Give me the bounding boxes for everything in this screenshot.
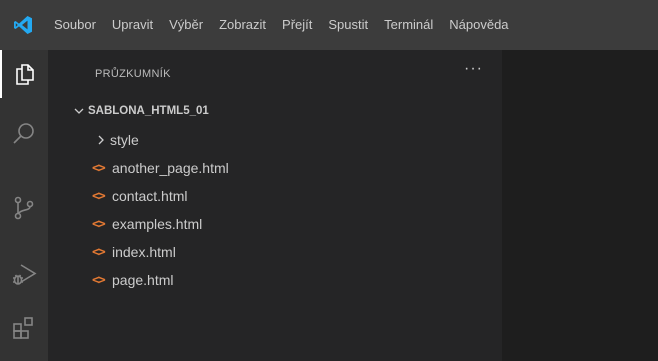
chevron-right-icon: [96, 135, 110, 145]
file-name: examples.html: [112, 216, 203, 232]
more-actions-button[interactable]: ···: [464, 60, 483, 78]
extensions-icon[interactable]: [0, 304, 48, 352]
vscode-logo-icon: [0, 0, 46, 50]
menu-bar: Soubor Upravit Výběr Zobrazit Přejít Spu…: [0, 0, 658, 50]
run-debug-icon[interactable]: [0, 250, 48, 298]
file-item[interactable]: <> index.html: [92, 241, 176, 263]
explorer-title: PRŮZKUMNÍK: [95, 68, 171, 80]
editor-area: [502, 50, 658, 361]
menu-view[interactable]: Zobrazit: [211, 0, 274, 50]
menu-run[interactable]: Spustit: [320, 0, 376, 50]
file-item[interactable]: <> page.html: [92, 269, 173, 291]
folder-item-style[interactable]: style: [96, 129, 139, 151]
workspace-folder-header[interactable]: SABLONA_HTML5_01: [74, 100, 209, 122]
html-file-icon: <>: [92, 244, 106, 260]
html-file-icon: <>: [92, 160, 106, 176]
menu-terminal[interactable]: Terminál: [376, 0, 441, 50]
workspace-folder-name: SABLONA_HTML5_01: [88, 105, 209, 117]
html-file-icon: <>: [92, 216, 106, 232]
file-name: contact.html: [112, 188, 188, 204]
menu-selection[interactable]: Výběr: [161, 0, 211, 50]
chevron-down-icon: [74, 106, 88, 116]
file-item[interactable]: <> contact.html: [92, 185, 187, 207]
menu-edit[interactable]: Upravit: [104, 0, 161, 50]
file-name: page.html: [112, 272, 174, 288]
explorer-icon[interactable]: [0, 50, 48, 98]
file-item[interactable]: <> examples.html: [92, 213, 202, 235]
folder-name: style: [110, 132, 139, 148]
menu-go[interactable]: Přejít: [274, 0, 320, 50]
search-icon[interactable]: [0, 110, 48, 158]
file-item[interactable]: <> another_page.html: [92, 157, 229, 179]
activity-bar: [0, 50, 48, 361]
file-name: index.html: [112, 244, 176, 260]
source-control-icon[interactable]: [0, 184, 48, 232]
explorer-sidebar: PRŮZKUMNÍK ··· SABLONA_HTML5_01 style <>…: [48, 50, 502, 361]
html-file-icon: <>: [92, 272, 106, 288]
menu-help[interactable]: Nápověda: [441, 0, 516, 50]
file-name: another_page.html: [112, 160, 229, 176]
html-file-icon: <>: [92, 188, 106, 204]
menu-file[interactable]: Soubor: [46, 0, 104, 50]
